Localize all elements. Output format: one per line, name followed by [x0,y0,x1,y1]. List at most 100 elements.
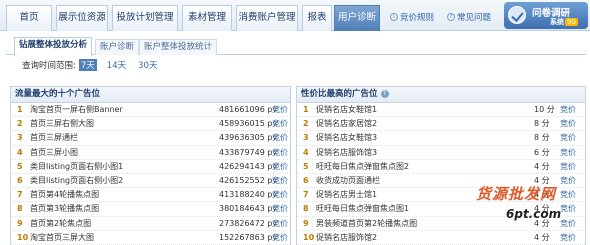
faq-link[interactable]: ? 常见问题 [447,11,491,23]
ad-slot-name: 促销名店女鞋馆1 [316,105,378,114]
tab-ad-resources[interactable]: 展示位资源 [56,5,108,31]
rank-number: 4 [17,147,23,157]
subtab-account-stats[interactable]: 账户整体投放统计 [139,39,218,55]
ad-slot-name: 促销名店男士馆1 [316,190,378,200]
help-icon[interactable]: ? [380,90,389,98]
list-item: 5 类目listing页面右侧小图1 426294143 pv 竞价 [11,160,290,174]
bid-link[interactable]: 竞价 [272,131,288,145]
rank-number: 10 [303,232,315,242]
ad-slot-value: 426294143 pv [219,161,278,171]
ad-slot-name: 淘宝首页一屏右侧Banner [30,105,123,114]
rank-number: 1 [303,105,309,114]
best-value-panel: 性价比最高的广告位? 1 促销名店女鞋馆1 10 分竞价 2 促销名店家居馆2 8 分竞价… [296,86,586,245]
ad-slot-name: 促销名店服饰馆2 [316,232,378,242]
rank-number: 3 [17,133,23,143]
range-7-days[interactable]: 7天 [78,59,97,71]
range-30-days[interactable]: 30天 [136,59,159,71]
bid-link[interactable]: 竞价 [560,117,576,131]
ad-slot-name: 旺旺每日焦点弹窗焦点图1 [316,204,410,214]
rank-number: 6 [17,175,23,185]
bid-link[interactable]: 竞价 [272,231,288,245]
best-value-list: 1 促销名店女鞋馆1 10 分竞价 2 促销名店家居馆2 8 分竞价 3 促销名店女鞋馆3 8 … [297,103,585,245]
subtab-account-diagnosis[interactable]: 账户诊断 [95,39,140,55]
bid-link[interactable]: 竞价 [560,103,576,117]
tab-plan-management[interactable]: 投放计划管理 [112,5,178,31]
bid-link[interactable]: 竞价 [560,131,576,145]
rank-number: 7 [303,190,309,200]
ad-slot-name: 类目listing页面右侧小图2 [30,175,124,185]
ad-slot-value: 4 分 [534,218,550,228]
ad-slot-name: 男装频道首页第2轮播焦点图 [316,218,418,228]
tab-user-diagnosis[interactable]: 用户诊断 [334,5,380,31]
rank-number: 8 [303,204,309,214]
ad-slot-value: 426152552 pv [219,175,278,185]
tab-reports[interactable]: 报表 [302,5,332,31]
best-value-header: 性价比最高的广告位? [297,87,585,103]
list-item: 9 男装频道首页第2轮播焦点图 4 分竞价 [297,217,585,231]
list-item: 6 类目listing页面右侧小图2 426152552 pv 竞价 [11,174,290,189]
list-item: 6 收货成功页面通栏 4 分竞价 [297,174,585,189]
list-item: 10 淘宝首页三屏大图 152267863 pv 竞价 [11,231,290,245]
bid-link[interactable]: 竞价 [272,188,288,202]
list-item: 4 促销名店服饰馆3 6 分竞价 [297,146,585,160]
bid-link[interactable]: 竞价 [272,103,288,117]
ad-slot-value: 8 分 [534,119,550,129]
survey-badge[interactable]: 问卷调研 系统 90 [504,2,588,29]
range-14-days[interactable]: 14天 [105,59,128,71]
bid-link[interactable]: 竞价 [560,146,576,160]
ad-slot-value: 439636305 pv [219,133,278,143]
ad-slot-value: 4 分 [534,175,550,185]
top-nav: 首页 展示位资源 投放计划管理 素材管理 消费账户管理 报表 用户诊断 i 竞价… [0,0,590,31]
rank-number: 2 [17,119,23,129]
list-item: 2 促销名店家居馆2 8 分竞价 [297,117,585,132]
bid-link[interactable]: 竞价 [560,217,576,231]
bid-link[interactable]: 竞价 [560,231,576,245]
bid-link[interactable]: 竞价 [272,117,288,131]
bid-link[interactable]: 竞价 [560,202,576,216]
rank-number: 6 [303,175,309,185]
survey-sub: 系统 90 [550,17,578,27]
bid-link[interactable]: 竞价 [272,146,288,160]
list-item: 3 促销名店女鞋馆3 8 分竞价 [297,131,585,146]
help-icon: ? [447,13,455,21]
time-range-label: 查询时间范围: [22,61,76,71]
ad-slot-value: 458936015 pv [219,119,278,129]
rank-number: 9 [17,218,23,228]
top-traffic-title: 流量最大的十个广告位 [11,87,290,103]
tab-creative-management[interactable]: 素材管理 [182,5,232,31]
ad-slot-name: 收货成功页面通栏 [316,175,380,185]
bid-link[interactable]: 竞价 [272,217,288,231]
ad-slot-name: 淘宝首页三屏大图 [30,232,94,242]
ad-slot-name: 首页第3轮播焦点图 [30,204,100,214]
survey-sub-label: 系统 [550,18,564,26]
list-item: 8 首页第3轮播焦点图 380184643 pv 竞价 [11,202,290,217]
list-item: 9 首页第2轮焦点图 273826472 pv 竞价 [11,217,290,231]
ad-slot-name: 首页三屏小图 [30,147,78,157]
ad-slot-value: 4 分 [534,232,550,242]
bid-link[interactable]: 竞价 [272,174,288,188]
bid-link[interactable]: 竞价 [272,202,288,216]
rank-number: 10 [17,232,29,242]
list-item: 7 促销名店男士馆1 4 分竞价 [297,188,585,203]
subtab-overall-analysis[interactable]: 钻展整体投放分析 [14,37,93,56]
ad-slot-value: 380184643 pv [219,204,278,214]
ad-slot-name: 旺旺每日焦点弹窗焦点图2 [316,161,410,171]
bid-link[interactable]: 竞价 [560,160,576,174]
bid-link[interactable]: 竞价 [560,188,576,202]
ad-slot-value: 273826472 pv [219,218,278,228]
rank-number: 5 [17,161,23,171]
sub-tabs: 钻展整体投放分析 账户诊断 账户整体投放统计 [6,37,586,56]
bid-link[interactable]: 竞价 [272,160,288,174]
check-seal-icon [508,6,526,24]
ad-slot-name: 首页第2轮焦点图 [30,218,92,228]
bid-link[interactable]: 竞价 [560,174,576,188]
list-item: 5 旺旺每日焦点弹窗焦点图2 4 分竞价 [297,160,585,174]
list-item: 8 旺旺每日焦点弹窗焦点图1 4 分竞价 [297,202,585,217]
tab-home[interactable]: 首页 [6,5,52,31]
info-icon: i [390,13,398,21]
bid-rules-link[interactable]: i 竞价规则 [390,11,434,23]
ad-slot-value: 4 分 [534,204,550,214]
list-item: 4 首页三屏小图 433879749 pv 竞价 [11,146,290,160]
ad-slot-value: 4 分 [534,190,550,200]
tab-account-management[interactable]: 消费账户管理 [236,5,298,31]
